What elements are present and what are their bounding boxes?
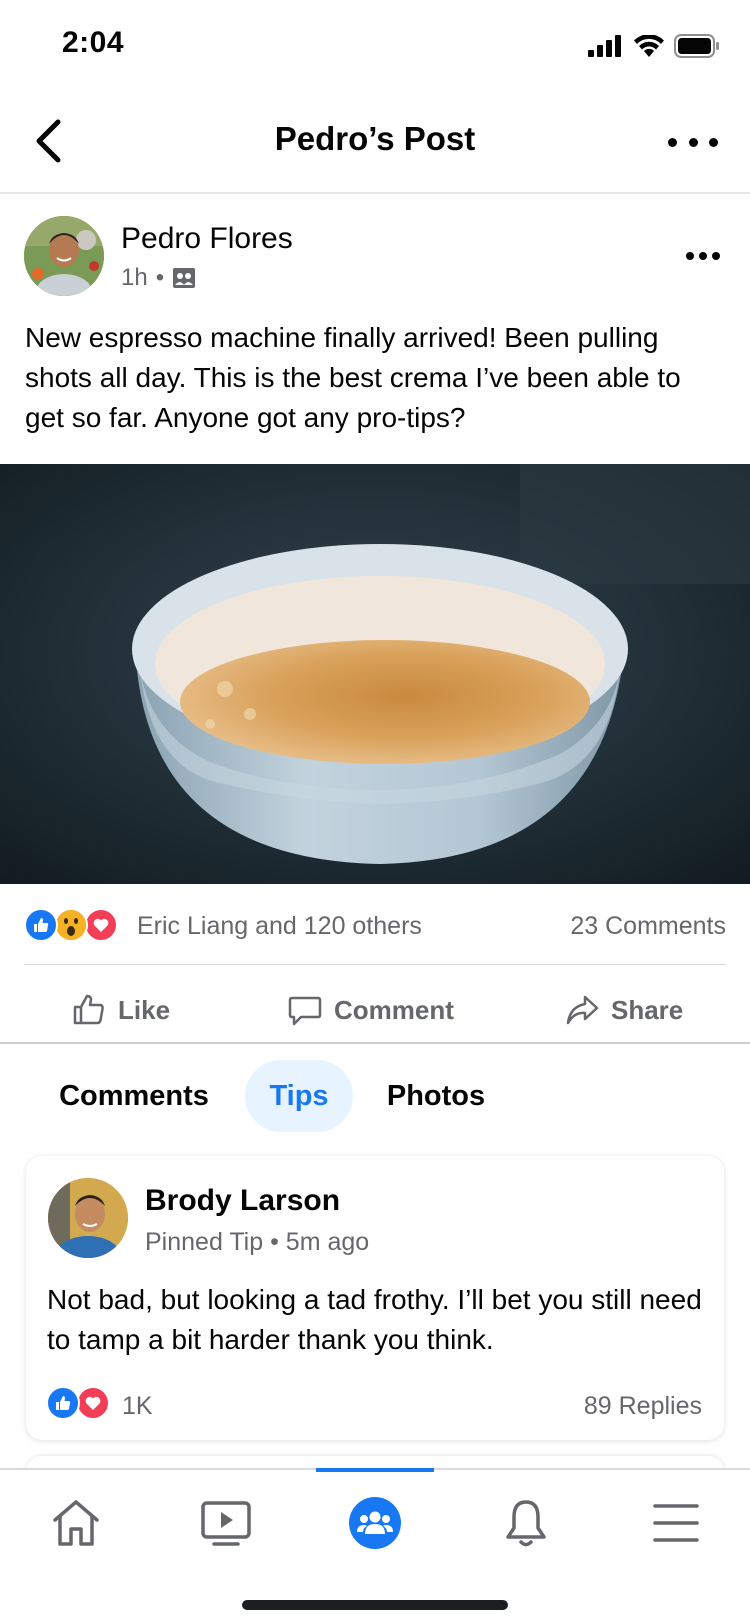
nav-groups[interactable] <box>325 1488 425 1558</box>
post-time: 1h <box>121 264 148 291</box>
like-icon <box>46 1386 80 1420</box>
share-button[interactable]: Share <box>565 980 683 1040</box>
section-divider <box>0 1042 750 1044</box>
groups-icon <box>349 1497 401 1549</box>
bottom-navigation <box>0 1468 750 1624</box>
post-photo[interactable] <box>0 464 750 884</box>
espresso-cup-photo <box>0 464 750 884</box>
thumbs-up-icon <box>73 994 104 1025</box>
comment-tabs: Comments Tips Photos <box>0 1060 750 1132</box>
share-label: Share <box>611 994 684 1025</box>
nav-notifications[interactable] <box>476 1488 576 1558</box>
tip-reaction-icons[interactable] <box>46 1386 116 1422</box>
comment-button[interactable]: Comment <box>288 980 454 1040</box>
like-button[interactable]: Like <box>72 980 170 1040</box>
avatar[interactable] <box>48 1178 128 1258</box>
status-icons <box>588 34 720 58</box>
tab-comments[interactable]: Comments <box>36 1060 232 1132</box>
tab-tips[interactable]: Tips <box>245 1060 353 1132</box>
tip-text: Not bad, but looking a tad frothy. I’ll … <box>47 1284 702 1355</box>
avatar[interactable] <box>24 216 104 296</box>
home-indicator-bar <box>242 1600 508 1610</box>
love-icon <box>84 908 118 942</box>
love-icon <box>76 1386 110 1420</box>
like-icon <box>24 908 58 942</box>
tip-author-name[interactable]: Brody Larson <box>145 1184 340 1218</box>
post-author-name[interactable]: Pedro Flores <box>121 222 293 256</box>
comment-bubble-icon <box>288 996 322 1026</box>
bell-icon <box>506 1500 546 1547</box>
avatar-photo <box>48 1178 128 1258</box>
tip-meta: Pinned Tip • 5m ago <box>145 1228 370 1256</box>
meta-separator: • <box>155 264 165 291</box>
more-dot <box>709 137 718 147</box>
signal-icon <box>588 35 621 57</box>
more-dot <box>699 252 707 260</box>
reaction-summary-row[interactable]: Eric Liang and 120 others 23 Comments <box>24 904 726 948</box>
avatar-photo <box>24 216 104 296</box>
group-privacy-icon <box>173 268 196 288</box>
comment-label: Comment <box>334 994 454 1025</box>
wifi-icon <box>634 35 664 57</box>
more-dot <box>688 137 698 147</box>
nav-menu[interactable] <box>626 1488 726 1558</box>
post-meta: 1h • <box>121 264 196 292</box>
reaction-summary-text[interactable]: Eric Liang and 120 others <box>137 912 422 941</box>
pinned-tip-card[interactable]: Brody Larson Pinned Tip • 5m ago Not bad… <box>26 1156 724 1440</box>
battery-icon <box>674 34 719 58</box>
more-dot <box>686 252 694 260</box>
more-options-button[interactable] <box>668 130 718 154</box>
video-icon <box>201 1501 251 1546</box>
share-arrow-icon <box>566 995 599 1025</box>
status-time: 2:04 <box>62 26 125 59</box>
comment-count[interactable]: 23 Comments <box>570 912 726 941</box>
post-text: New espresso machine finally arrived! Be… <box>25 322 681 433</box>
post-action-bar: Like Comment Share <box>0 980 750 1040</box>
more-dot <box>668 137 677 147</box>
tip-reaction-count[interactable]: 1K <box>122 1392 153 1421</box>
wow-icon <box>54 908 88 942</box>
more-dot <box>712 252 720 260</box>
like-label: Like <box>118 994 171 1025</box>
reaction-icons <box>24 908 120 944</box>
home-icon <box>53 1500 99 1546</box>
active-tab-indicator <box>316 1468 434 1472</box>
nav-video[interactable] <box>176 1488 276 1558</box>
tip-replies-count[interactable]: 89 Replies <box>584 1392 702 1421</box>
menu-icon <box>653 1504 699 1542</box>
divider <box>24 964 726 965</box>
status-bar: 2:04 <box>0 0 750 92</box>
post-options-button[interactable] <box>686 250 720 262</box>
tab-photos[interactable]: Photos <box>370 1060 502 1132</box>
post-header: Pedro’s Post <box>0 92 750 194</box>
page-title: Pedro’s Post <box>274 120 476 157</box>
nav-home[interactable] <box>26 1488 126 1558</box>
post-author-row: Pedro Flores 1h • <box>24 216 726 298</box>
